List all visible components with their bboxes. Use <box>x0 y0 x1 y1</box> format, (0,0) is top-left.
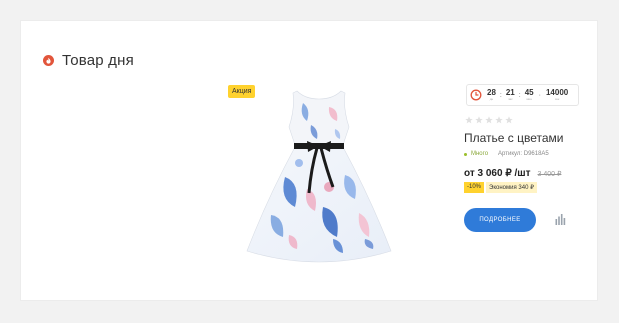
rating-stars[interactable] <box>465 116 515 124</box>
star-icon[interactable] <box>485 116 493 124</box>
star-icon[interactable] <box>465 116 473 124</box>
countdown-timer: 28 дн : 21 час : 45 мин · 14000 сек <box>466 84 579 106</box>
countdown-minutes-value: 45 <box>524 88 534 97</box>
countdown-hours-value: 21 <box>505 88 515 97</box>
countdown-seconds: 14000 сек <box>546 89 568 101</box>
fire-icon <box>43 55 54 66</box>
more-details-button[interactable]: ПОДРОБНЕЕ <box>464 208 536 232</box>
countdown-separator: : <box>499 91 502 99</box>
countdown-minutes: 45 мин <box>525 89 534 101</box>
countdown-days: 28 дн <box>487 89 496 101</box>
current-price: от 3 060 ₽ /шт <box>464 168 531 179</box>
product-article: Артикул: D9618A5 <box>498 151 549 157</box>
discount-badge: -10% <box>464 182 485 193</box>
compare-icon[interactable] <box>555 214 566 225</box>
product-image[interactable] <box>245 89 393 264</box>
star-icon[interactable] <box>475 116 483 124</box>
countdown-separator: : <box>518 91 521 99</box>
countdown-minutes-label: мин <box>526 97 532 101</box>
countdown-separator: · <box>538 91 541 99</box>
product-of-the-day-card: Товар дня Акция 28 дн: 21 час: 45 мин … <box>20 20 598 301</box>
countdown-hours-label: час <box>507 97 513 101</box>
old-price: 3 400 ₽ <box>537 171 562 178</box>
countdown-seconds-label: сек <box>554 97 560 101</box>
star-icon[interactable] <box>495 116 503 124</box>
section-title: Товар дня <box>62 52 134 69</box>
discount-row: -10% Экономия 340 ₽ <box>464 182 537 193</box>
product-meta: Много Артикул: D9618A5 <box>464 151 549 157</box>
countdown-seconds-value: 14000 <box>545 88 569 97</box>
star-icon[interactable] <box>505 116 513 124</box>
savings-badge: Экономия 340 ₽ <box>486 182 537 193</box>
section-header: Товар дня <box>43 52 134 69</box>
price-line: от 3 060 ₽ /шт 3 400 ₽ <box>464 168 561 179</box>
countdown-days-value: 28 <box>487 88 496 97</box>
product-name[interactable]: Платье с цветами <box>464 131 564 145</box>
countdown-hours: 21 час <box>506 89 515 101</box>
stock-indicator <box>464 152 467 156</box>
stock-status: Много <box>471 151 489 157</box>
countdown-days-label: дн <box>489 97 494 101</box>
clock-icon <box>470 89 482 101</box>
